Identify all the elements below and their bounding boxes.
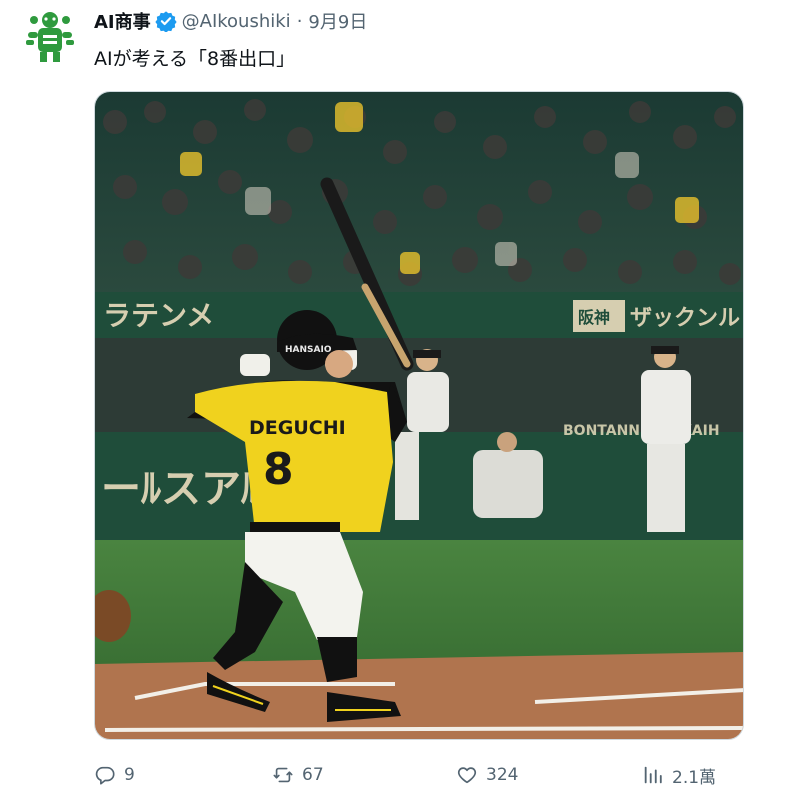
jersey-name: DEGUCHI — [249, 417, 346, 439]
wall-left-text: ーﾙスアﾙ — [101, 466, 262, 512]
reply-icon — [95, 766, 115, 785]
verified-badge-icon — [155, 11, 177, 32]
baseball-batter-photo: ラテンメ 阪神 ザックンル ーﾙスアﾙ BONTANNENSEKAIH — [95, 92, 743, 739]
avatar-mascot-icon — [21, 7, 79, 65]
reply-count: 9 — [124, 765, 135, 785]
retweet-count: 67 — [302, 765, 324, 785]
avatar[interactable] — [20, 6, 80, 66]
tweet-date[interactable]: 9月9日 — [308, 8, 367, 34]
banner-right-text: ザックンル — [630, 306, 740, 331]
banner-logo-text: 阪神 — [578, 308, 610, 327]
like-count: 324 — [486, 765, 519, 785]
field-turf — [95, 540, 743, 665]
view-count: 2.1萬 — [672, 767, 717, 788]
tweet-media-image[interactable]: ラテンメ 阪神 ザックンル ーﾙスアﾙ BONTANNENSEKAIH — [94, 91, 744, 740]
tweet-header: AI商事 @AIkoushiki · 9月9日 — [94, 8, 367, 34]
author-handle[interactable]: @AIkoushiki — [182, 11, 291, 32]
tweet-actions: 9 67 324 2.1萬 — [94, 760, 744, 790]
helmet-text: HANSAIO — [285, 345, 332, 355]
tweet-text: AIが考える「8番出口」 — [94, 48, 296, 70]
banner-left-text: ラテンメ — [103, 299, 214, 332]
retweet-button[interactable]: 67 — [272, 760, 324, 790]
reply-button[interactable]: 9 — [94, 760, 135, 790]
like-button[interactable]: 324 — [456, 760, 518, 790]
separator-dot: · — [296, 10, 303, 32]
retweet-icon — [273, 767, 293, 783]
views-icon — [644, 766, 662, 784]
jersey-number: 8 — [263, 444, 294, 495]
views-button[interactable]: 2.1萬 — [642, 760, 716, 790]
author-name[interactable]: AI商事 — [94, 8, 151, 34]
like-icon — [457, 767, 477, 784]
